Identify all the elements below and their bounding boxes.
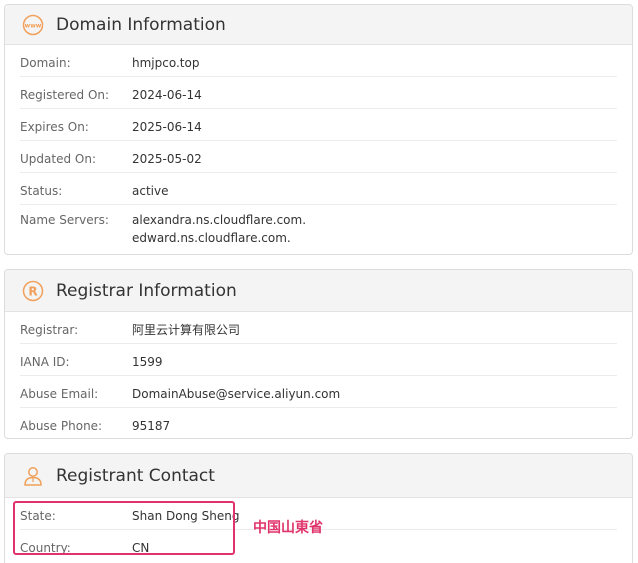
- registrar-information-rows: Registrar: 阿里云计算有限公司 IANA ID: 1599 Abuse…: [5, 312, 632, 438]
- registrar-information-card: R Registrar Information Registrar: 阿里云计算…: [4, 269, 633, 439]
- status-value: active: [132, 184, 169, 198]
- domain-value: hmjpco.top: [132, 56, 200, 70]
- iana-id-row: IANA ID: 1599: [20, 344, 617, 376]
- abuse-email-row: Abuse Email: DomainAbuse@service.aliyun.…: [20, 376, 617, 408]
- svg-text:www: www: [25, 22, 42, 29]
- expires-on-row: Expires On: 2025-06-14: [20, 109, 617, 141]
- domain-information-card: www Domain Information Domain: hmjpco.to…: [4, 4, 633, 255]
- abuse-phone-value: 95187: [132, 419, 171, 433]
- registrar-value: 阿里云计算有限公司: [132, 323, 241, 337]
- updated-on-label: Updated On:: [20, 152, 96, 166]
- expires-on-label: Expires On:: [20, 120, 89, 134]
- name-servers-row: Name Servers: alexandra.ns.cloudflare.co…: [20, 205, 617, 254]
- domain-row: Domain: hmjpco.top: [20, 45, 617, 77]
- registered-on-row: Registered On: 2024-06-14: [20, 77, 617, 109]
- iana-id-value: 1599: [132, 355, 163, 369]
- abuse-email-value: DomainAbuse@service.aliyun.com: [132, 387, 341, 401]
- svg-text:R: R: [28, 284, 37, 298]
- domain-information-title: Domain Information: [56, 14, 226, 35]
- status-row: Status: active: [20, 173, 617, 205]
- registrar-information-header: R Registrar Information: [5, 270, 632, 312]
- highlight-box: [13, 501, 235, 555]
- registrar-information-title: Registrar Information: [56, 280, 237, 301]
- updated-on-row: Updated On: 2025-05-02: [20, 141, 617, 173]
- name-server-1: alexandra.ns.cloudflare.com.: [132, 213, 307, 227]
- registrant-contact-title: Registrant Contact: [56, 465, 215, 486]
- abuse-phone-label: Abuse Phone:: [20, 419, 103, 433]
- name-servers-label: Name Servers:: [20, 213, 109, 227]
- user-icon: [22, 465, 44, 487]
- registered-on-value: 2024-06-14: [132, 88, 202, 102]
- name-server-2: edward.ns.cloudflare.com.: [132, 231, 291, 245]
- updated-on-value: 2025-05-02: [132, 152, 202, 166]
- domain-information-rows: Domain: hmjpco.top Registered On: 2024-0…: [5, 45, 632, 254]
- abuse-email-label: Abuse Email:: [20, 387, 99, 401]
- registrar-label: Registrar:: [20, 323, 79, 337]
- expires-on-value: 2025-06-14: [132, 120, 202, 134]
- registrant-contact-header: Registrant Contact: [5, 454, 632, 498]
- domain-label: Domain:: [20, 56, 71, 70]
- status-label: Status:: [20, 184, 63, 198]
- registrar-row: Registrar: 阿里云计算有限公司: [20, 312, 617, 344]
- registered-on-label: Registered On:: [20, 88, 110, 102]
- iana-id-label: IANA ID:: [20, 355, 70, 369]
- domain-information-header: www Domain Information: [5, 5, 632, 45]
- registered-trademark-icon: R: [22, 280, 44, 302]
- abuse-phone-row: Abuse Phone: 95187: [20, 408, 617, 438]
- annotation-text: 中国山東省: [253, 520, 323, 536]
- name-servers-value: alexandra.ns.cloudflare.com. edward.ns.c…: [132, 211, 306, 247]
- www-globe-icon: www: [22, 14, 44, 36]
